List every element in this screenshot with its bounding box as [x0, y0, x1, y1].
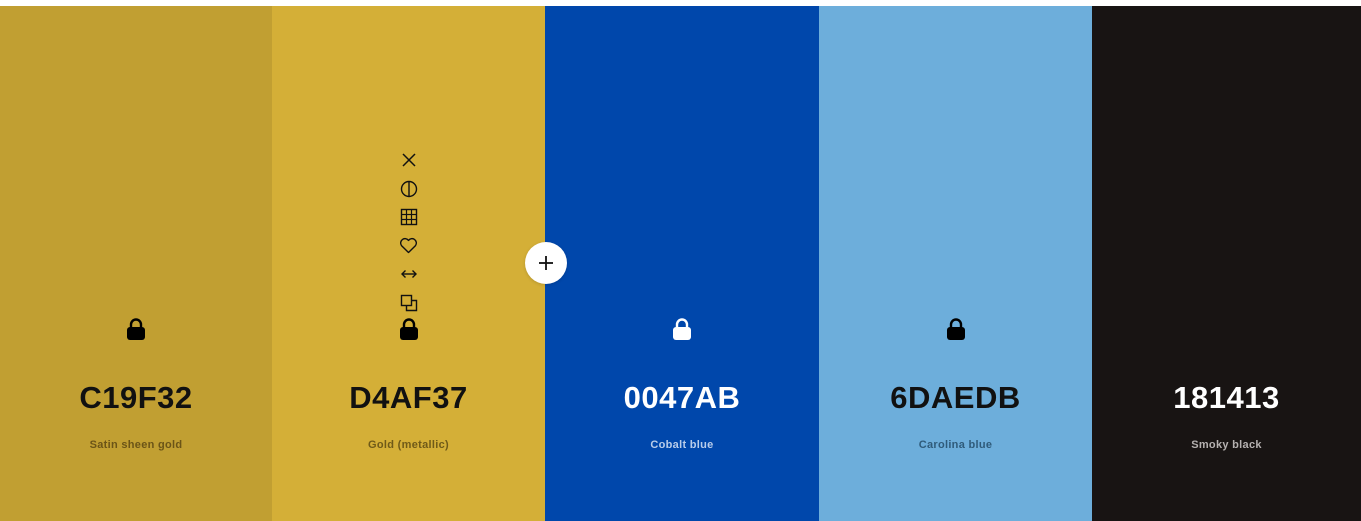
- color-swatch-gold-metallic[interactable]: D4AF37 Gold (metallic): [272, 6, 545, 521]
- lock-icon[interactable]: [672, 318, 692, 340]
- color-name[interactable]: Carolina blue: [819, 438, 1092, 452]
- close-icon[interactable]: [398, 146, 420, 175]
- color-palette: C19F32 Satin sheen gold D4AF37 Gold (met…: [0, 6, 1361, 521]
- lock-icon[interactable]: [946, 318, 966, 340]
- grid-icon[interactable]: [398, 203, 420, 232]
- color-name[interactable]: Cobalt blue: [545, 438, 819, 452]
- add-color-button[interactable]: [525, 242, 567, 284]
- swatch-toolbar: [398, 146, 420, 340]
- color-swatch-satin-sheen-gold[interactable]: C19F32 Satin sheen gold: [0, 6, 272, 521]
- color-name[interactable]: Gold (metallic): [272, 438, 545, 452]
- color-name[interactable]: Satin sheen gold: [0, 438, 272, 452]
- color-hex-code[interactable]: 0047AB: [545, 380, 819, 416]
- lock-icon[interactable]: [399, 318, 419, 340]
- copy-icon[interactable]: [398, 289, 420, 318]
- color-hex-code[interactable]: 181413: [1092, 380, 1361, 416]
- color-hex-code[interactable]: 6DAEDB: [819, 380, 1092, 416]
- color-hex-code[interactable]: C19F32: [0, 380, 272, 416]
- plus-icon: [539, 256, 553, 270]
- color-swatch-cobalt-blue[interactable]: 0047AB Cobalt blue: [545, 6, 819, 521]
- arrows-horizontal-icon[interactable]: [398, 260, 420, 289]
- lock-icon[interactable]: [126, 318, 146, 340]
- color-swatch-smoky-black[interactable]: 181413 Smoky black: [1092, 6, 1361, 521]
- color-hex-code[interactable]: D4AF37: [272, 380, 545, 416]
- contrast-icon[interactable]: [398, 175, 420, 204]
- heart-icon[interactable]: [398, 232, 420, 261]
- color-name[interactable]: Smoky black: [1092, 438, 1361, 452]
- color-swatch-carolina-blue[interactable]: 6DAEDB Carolina blue: [819, 6, 1092, 521]
